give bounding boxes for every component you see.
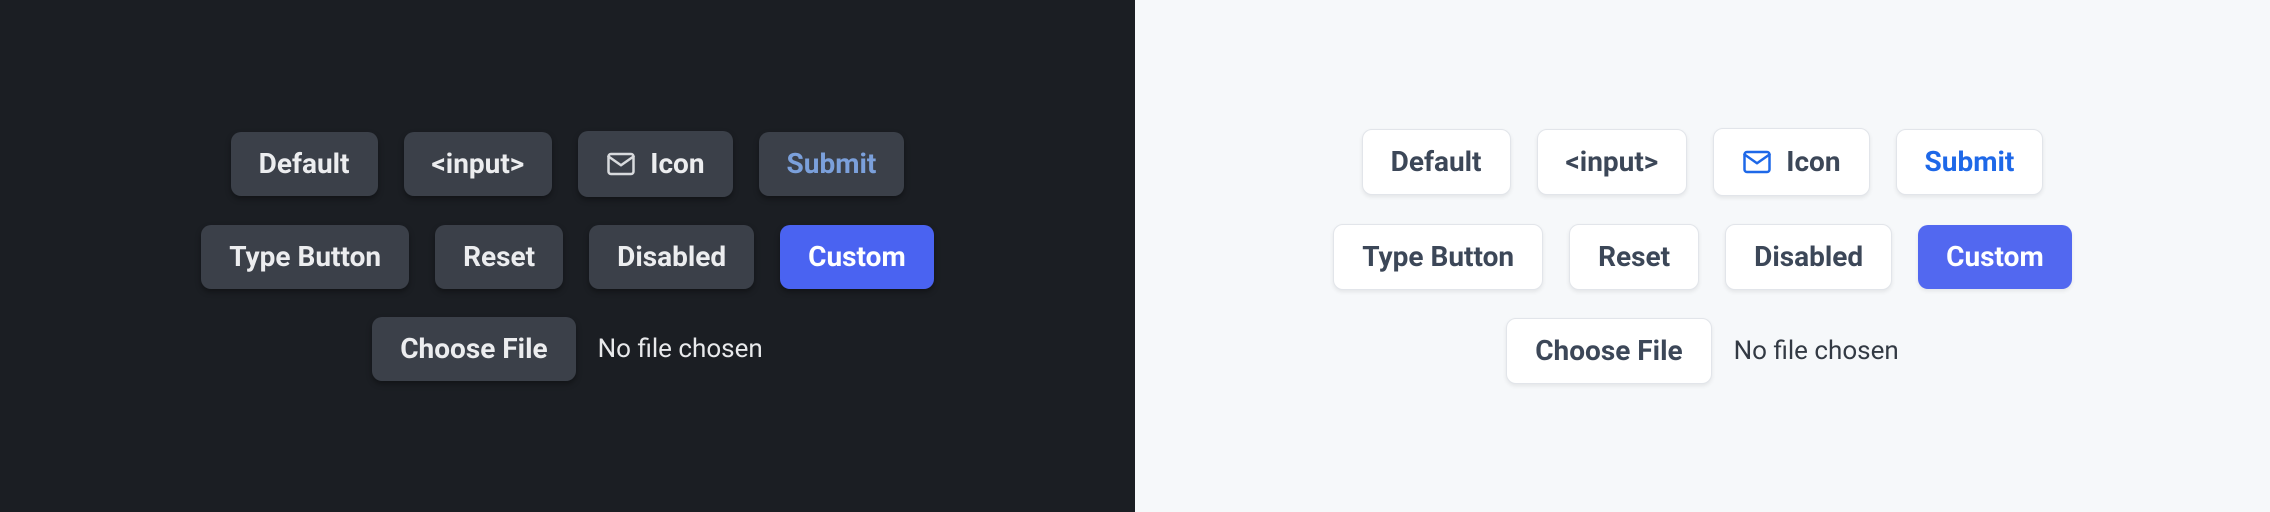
button-label: Default bbox=[259, 150, 350, 178]
type-button[interactable]: Type Button bbox=[201, 225, 409, 289]
button-label: Type Button bbox=[229, 243, 381, 271]
dark-theme-panel: Default <input> Icon Submit Type Button … bbox=[0, 0, 1135, 512]
default-button[interactable]: Default bbox=[231, 132, 378, 196]
button-row-1: Default <input> Icon Submit bbox=[1362, 128, 2044, 196]
button-label: Type Button bbox=[1362, 243, 1514, 271]
reset-button[interactable]: Reset bbox=[435, 225, 563, 289]
button-label: Default bbox=[1391, 148, 1482, 176]
button-label: Submit bbox=[787, 150, 877, 178]
file-input-row: Choose File No file chosen bbox=[372, 317, 763, 381]
button-label: Custom bbox=[808, 243, 906, 271]
button-row-1: Default <input> Icon Submit bbox=[231, 131, 905, 197]
custom-button[interactable]: Custom bbox=[1918, 225, 2072, 289]
button-label: Disabled bbox=[617, 243, 726, 271]
button-row-2: Type Button Reset Disabled Custom bbox=[1333, 224, 2071, 290]
button-label: Reset bbox=[1598, 243, 1670, 271]
button-label: <input> bbox=[1566, 148, 1659, 176]
submit-button[interactable]: Submit bbox=[1896, 129, 2044, 195]
type-button[interactable]: Type Button bbox=[1333, 224, 1543, 290]
light-theme-panel: Default <input> Icon Submit Type Button … bbox=[1135, 0, 2270, 512]
button-label: Icon bbox=[650, 150, 704, 178]
disabled-button: Disabled bbox=[589, 225, 754, 289]
file-input-row: Choose File No file chosen bbox=[1506, 318, 1899, 384]
button-label: Custom bbox=[1946, 243, 2044, 271]
button-label: Choose File bbox=[1535, 337, 1682, 365]
disabled-button: Disabled bbox=[1725, 224, 1892, 290]
mail-icon bbox=[606, 149, 636, 179]
icon-button[interactable]: Icon bbox=[578, 131, 732, 197]
icon-button[interactable]: Icon bbox=[1713, 128, 1869, 196]
button-label: <input> bbox=[432, 150, 525, 178]
choose-file-button[interactable]: Choose File bbox=[1506, 318, 1711, 384]
button-label: Choose File bbox=[400, 335, 547, 363]
input-button[interactable]: <input> bbox=[1537, 129, 1688, 195]
choose-file-button[interactable]: Choose File bbox=[372, 317, 575, 381]
button-label: Disabled bbox=[1754, 243, 1863, 271]
submit-button[interactable]: Submit bbox=[759, 132, 905, 196]
button-label: Submit bbox=[1925, 148, 2015, 176]
button-row-2: Type Button Reset Disabled Custom bbox=[201, 225, 933, 289]
file-status-label: No file chosen bbox=[598, 334, 763, 364]
input-button[interactable]: <input> bbox=[404, 132, 553, 196]
reset-button[interactable]: Reset bbox=[1569, 224, 1699, 290]
default-button[interactable]: Default bbox=[1362, 129, 1511, 195]
button-label: Icon bbox=[1786, 148, 1840, 176]
mail-icon bbox=[1742, 147, 1772, 177]
custom-button[interactable]: Custom bbox=[780, 225, 934, 289]
button-label: Reset bbox=[463, 243, 535, 271]
file-status-label: No file chosen bbox=[1734, 336, 1899, 366]
